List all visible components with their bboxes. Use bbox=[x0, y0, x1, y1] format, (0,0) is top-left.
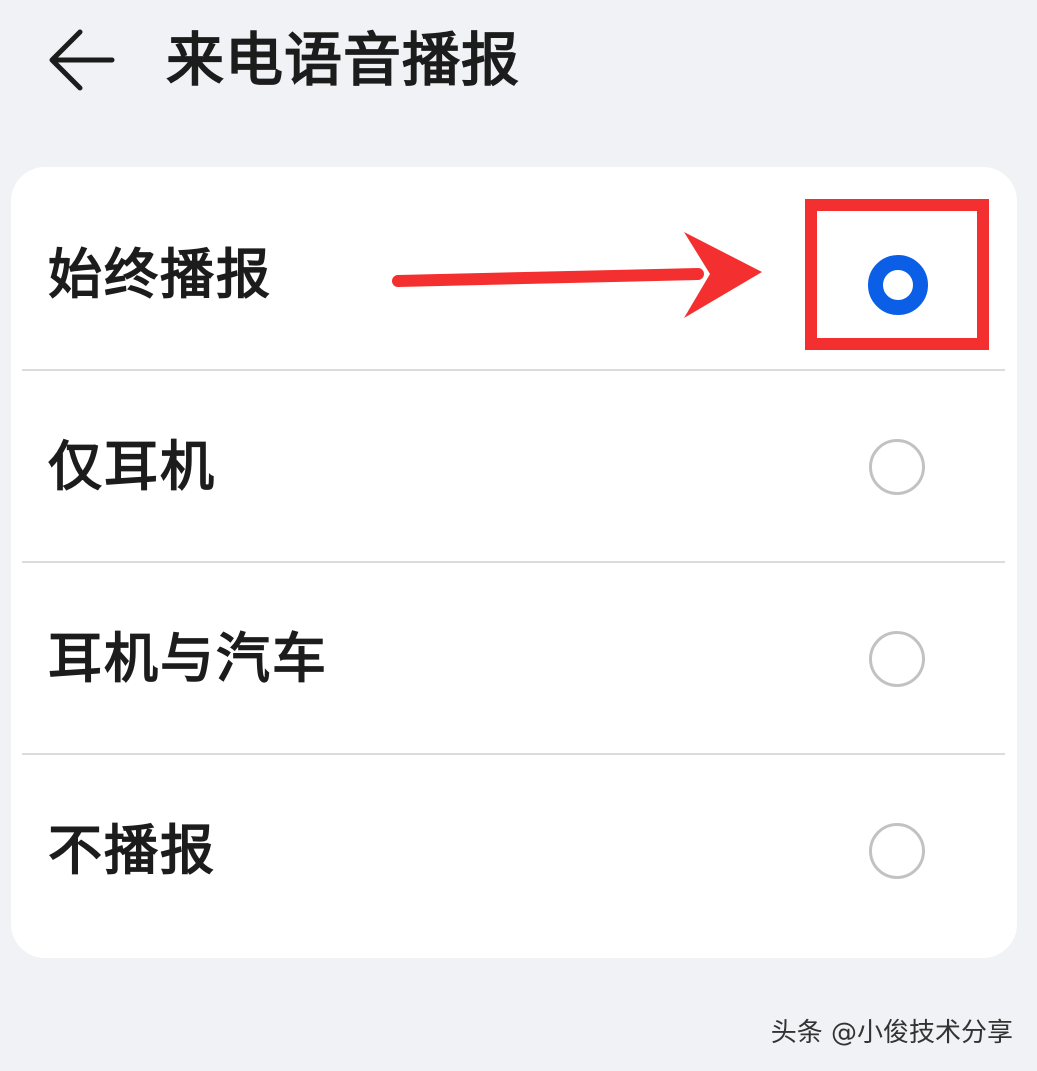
option-headphones-only[interactable]: 仅耳机 bbox=[11, 371, 1017, 563]
radio-button[interactable] bbox=[869, 631, 925, 687]
option-label: 仅耳机 bbox=[48, 435, 216, 498]
option-never-announce[interactable]: 不播报 bbox=[11, 755, 1017, 947]
page-title: 来电语音播报 bbox=[166, 26, 521, 94]
app-header: 来电语音播报 bbox=[0, 0, 1037, 120]
option-always-announce[interactable]: 始终播报 bbox=[11, 179, 1017, 371]
option-label: 耳机与汽车 bbox=[48, 627, 328, 690]
radio-button-selected[interactable] bbox=[868, 255, 928, 315]
radio-button[interactable] bbox=[869, 823, 925, 879]
radio-button[interactable] bbox=[869, 439, 925, 495]
option-label: 不播报 bbox=[48, 819, 216, 882]
option-headphones-and-car[interactable]: 耳机与汽车 bbox=[11, 563, 1017, 755]
arrow-left-icon bbox=[49, 29, 115, 91]
option-label: 始终播报 bbox=[48, 243, 272, 306]
options-card: 始终播报 仅耳机 耳机与汽车 不播报 bbox=[11, 167, 1017, 958]
back-button[interactable] bbox=[40, 22, 124, 98]
watermark: 头条 @小俊技术分享 bbox=[770, 1018, 1013, 1048]
